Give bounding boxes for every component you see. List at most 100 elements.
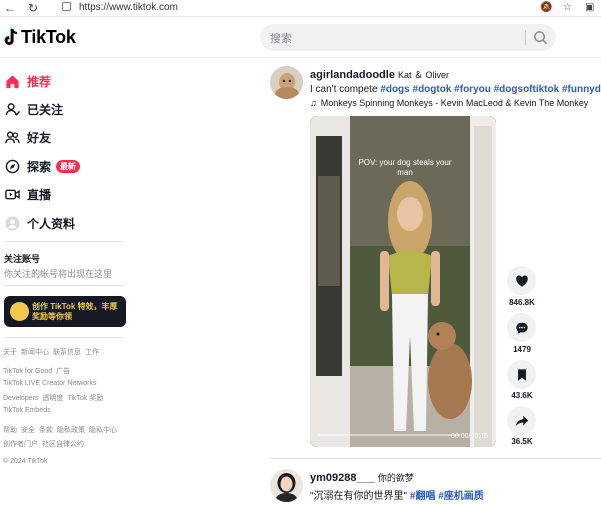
favorite-icon[interactable]: ☆ [563, 1, 572, 15]
nickname: 你的欲梦 [377, 473, 414, 483]
explore-icon [4, 158, 20, 174]
footer-links: TikTok Embeds [3, 407, 55, 414]
lock-icon [62, 2, 71, 11]
footer-link[interactable]: 安全 [21, 427, 35, 434]
footer-links: Developers 透明度 TikTok 奖励 [3, 393, 107, 403]
sidebar-divider [4, 241, 124, 242]
home-icon [4, 73, 20, 89]
comment-icon [515, 322, 528, 334]
footer-link[interactable]: Developers [3, 395, 38, 402]
nav-item-foryou[interactable]: 推荐 [4, 70, 51, 92]
footer-link[interactable]: TikTok LIVE Creator Networks [3, 380, 97, 387]
footer-link[interactable]: 帮助 [3, 427, 17, 434]
avatar[interactable] [270, 469, 303, 502]
save-count: 43.6K [511, 391, 533, 400]
footer-link[interactable]: 隐私政策 [57, 427, 85, 434]
nav-item-label: 好友 [27, 130, 52, 145]
nav-item-label: 已关注 [27, 102, 64, 117]
post-author[interactable]: agirlandadoodle Kat ＆ Oliver [310, 68, 449, 81]
tiktok-logo[interactable]: TikTok [4, 26, 76, 48]
music-title[interactable]: Monkeys Spinning Monkeys - Kevin MacLeod… [321, 98, 588, 108]
profile-icon [4, 215, 20, 231]
friends-icon [4, 129, 20, 145]
footer-link[interactable]: 条款 [39, 427, 53, 434]
back-arrow-icon[interactable]: ← [4, 1, 16, 15]
search-bar[interactable]: 搜索 [260, 24, 556, 51]
nav-item-label: 推荐 [27, 74, 52, 89]
like-count: 846.8K [509, 298, 535, 307]
footer-link[interactable]: 隐私中心 [89, 427, 117, 434]
nav-item-following[interactable]: 已关注 [4, 98, 63, 120]
copyright-text: © 2024 TikTok [3, 458, 48, 465]
post-caption: I can't compete #dogs #dogtok #foryou #d… [310, 84, 601, 95]
banner-text: 创作 TikTok 特效，丰厚奖励等你领 [32, 302, 118, 321]
search-placeholder: 搜索 [270, 33, 292, 45]
footer-link[interactable]: 关于 [3, 349, 17, 356]
url-text: https://www.tiktok.com [79, 2, 178, 13]
search-divider [525, 30, 526, 45]
tiktok-note-icon [4, 28, 18, 46]
footer-link[interactable]: TikTok for Good [3, 368, 52, 375]
comment-button[interactable] [507, 313, 536, 342]
hashtags[interactable]: #dogs #dogtok #foryou #dogsoftiktok #fun… [380, 84, 601, 95]
heart-icon [515, 274, 528, 287]
nav-item-label: 个人资料 [27, 216, 76, 231]
footer-link[interactable]: TikTok Embeds [3, 407, 51, 414]
effect-icon [10, 302, 29, 321]
refresh-icon[interactable]: ↻ [28, 1, 38, 15]
new-badge: 最新 [56, 159, 81, 173]
video-time: 00:00/00:15 [451, 433, 488, 440]
footer-link[interactable]: 透明度 [42, 395, 63, 402]
search-icon[interactable] [533, 30, 548, 45]
video-player[interactable]: POV: your dog steals your man 00:00/00:1… [310, 116, 496, 447]
music-note-icon: ♫ [310, 98, 317, 108]
footer-link[interactable]: TikTok 奖励 [67, 395, 103, 402]
nav-item-label: 直播 [27, 187, 52, 202]
like-button[interactable] [507, 266, 536, 295]
mute-icon[interactable]: 🔕 [540, 1, 552, 15]
nav-item-friends[interactable]: 好友 [4, 126, 51, 148]
live-icon [4, 186, 20, 202]
following-icon [4, 101, 20, 117]
bookmark-icon [517, 368, 526, 381]
footer-links: 关于 新闻中心 联系信息 工作 [3, 347, 103, 357]
effect-creator-banner[interactable]: 创作 TikTok 特效，丰厚奖励等你领 [4, 296, 126, 327]
footer-link[interactable]: 新闻中心 [21, 349, 49, 356]
footer-link[interactable]: 社区自律公约 [42, 441, 84, 448]
music-line[interactable]: ♫ Monkeys Spinning Monkeys - Kevin MacLeo… [310, 98, 588, 108]
nickname: Kat ＆ Oliver [397, 70, 449, 80]
footer-link[interactable]: 广告 [56, 368, 70, 375]
video-progress-bar[interactable] [318, 434, 460, 436]
footer-link[interactable]: 工作 [85, 349, 99, 356]
caption-text: I can't compete [310, 84, 381, 95]
comment-count: 1479 [513, 345, 531, 354]
footer-links: TikTok LIVE Creator Networks [3, 380, 101, 387]
nav-item-live[interactable]: 直播 [4, 183, 51, 205]
footer-link[interactable]: 创作者门户 [3, 441, 38, 448]
logo-text: TikTok [21, 26, 76, 47]
footer-link[interactable]: 联系信息 [53, 349, 81, 356]
footer-links: 帮助 安全 条款 隐私政策 隐私中心 [3, 425, 121, 435]
post-caption: "沉溺在有你的世界里" #翻唱 #座机画质 [310, 487, 484, 502]
nav-item-explore[interactable]: 探索 最新 [4, 155, 81, 177]
reader-icon[interactable]: ▣ [585, 1, 594, 15]
share-button[interactable] [507, 406, 536, 435]
nav-item-label: 探索 [27, 159, 52, 174]
copyright: © 2024 TikTok [3, 458, 51, 465]
username[interactable]: ym09288___ [310, 472, 375, 484]
nav-item-profile[interactable]: 个人资料 [4, 212, 75, 234]
sidebar-divider [4, 337, 124, 338]
footer-links: TikTok for Good 广告 [3, 366, 74, 376]
username[interactable]: agirlandadoodle [310, 69, 395, 81]
avatar[interactable] [270, 66, 303, 99]
dog-avatar-image [270, 66, 303, 99]
hashtags[interactable]: #翻唱 #座机画质 [410, 491, 484, 502]
share-count: 36.5K [511, 437, 533, 446]
post-author[interactable]: ym09288___ 你的欲梦 [310, 471, 414, 484]
following-accounts-title: 关注账号 [4, 254, 41, 264]
browser-toolbar: ← ↻ https://www.tiktok.com 🔕 ☆ ▣ [0, 0, 601, 17]
save-button[interactable] [507, 360, 536, 389]
caption-text: "沉溺在有你的世界里" [310, 491, 410, 502]
post-divider [270, 458, 601, 459]
address-bar[interactable]: https://www.tiktok.com [56, 0, 476, 16]
